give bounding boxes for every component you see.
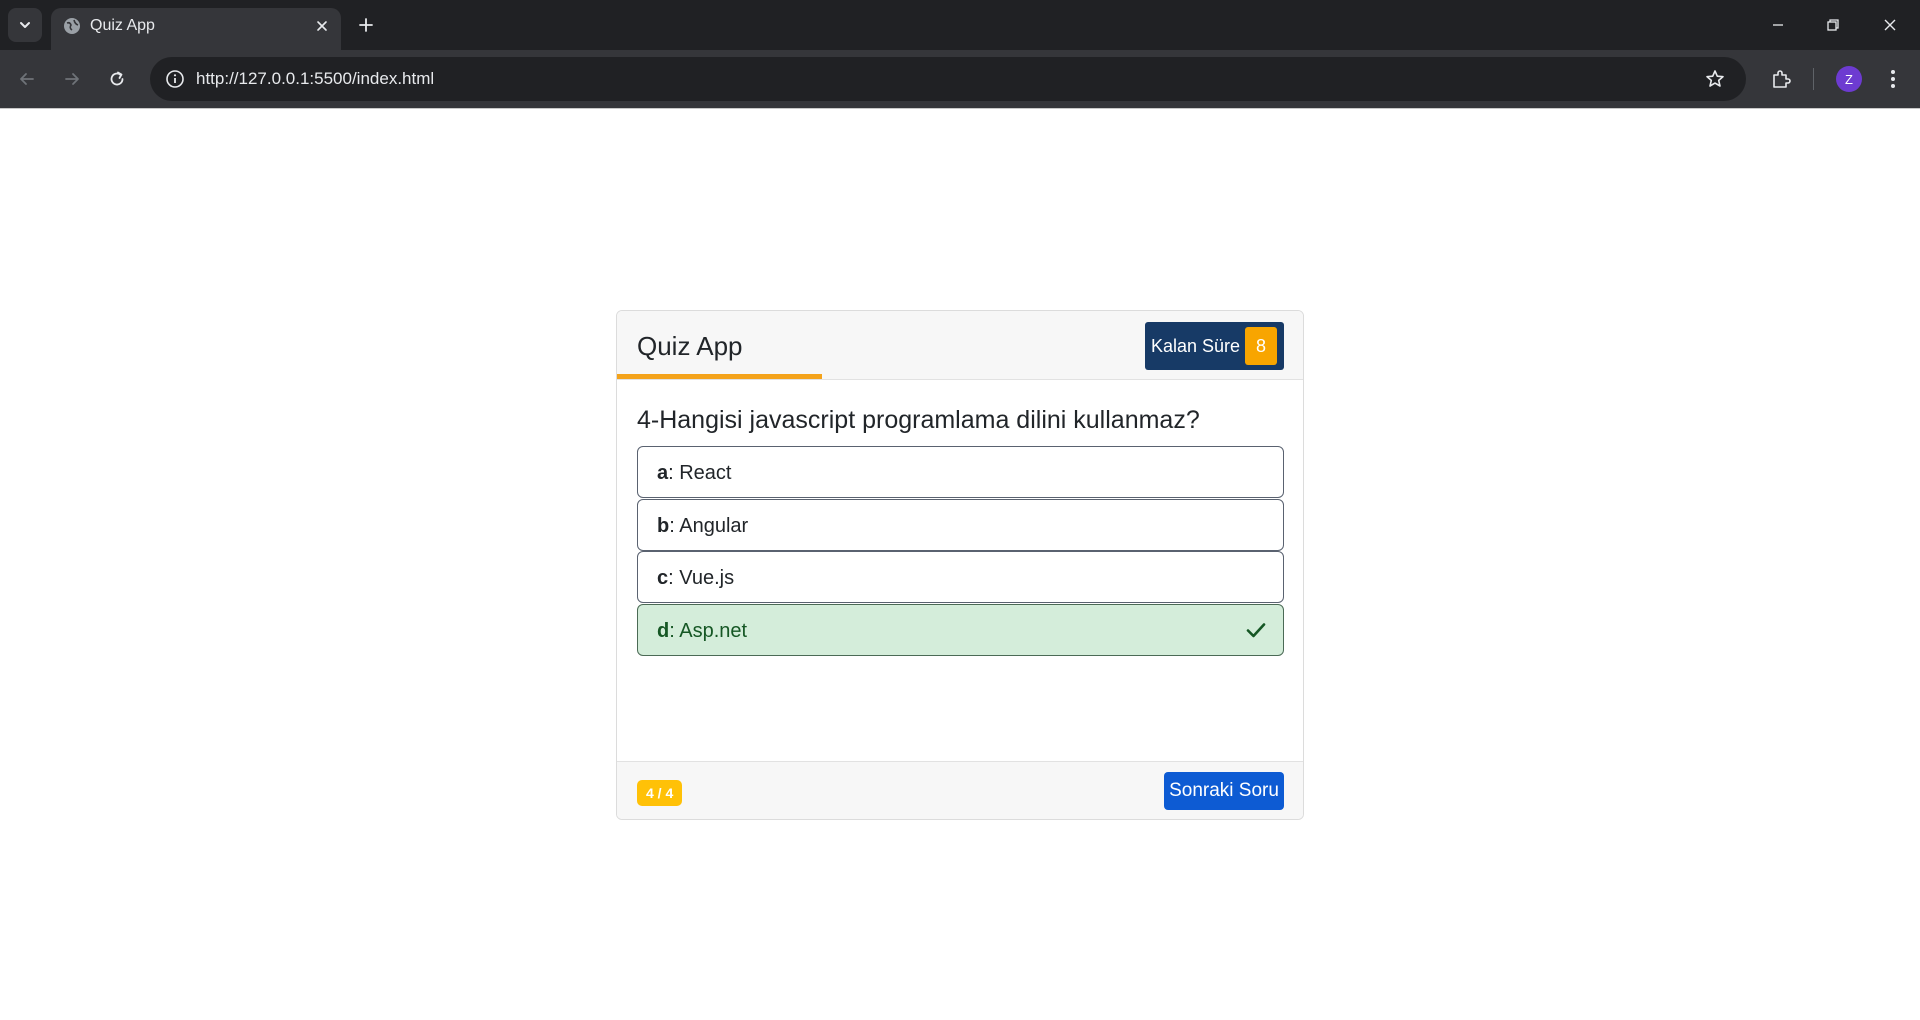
quiz-card: Quiz App Kalan Süre : 8 4-Hangisi javasc…	[616, 310, 1304, 820]
extensions-button[interactable]	[1767, 65, 1795, 93]
time-remaining: Kalan Süre : 8	[1145, 322, 1284, 370]
plus-icon	[359, 18, 373, 32]
back-button[interactable]	[14, 66, 40, 92]
url-text[interactable]: http://127.0.0.1:5500/index.html	[196, 69, 434, 89]
option-d[interactable]: d: Asp.net	[637, 604, 1284, 656]
arrow-left-icon	[20, 73, 34, 85]
option-a[interactable]: a: React	[637, 446, 1284, 498]
question-counter-badge: 4 / 4	[637, 780, 683, 806]
quiz-footer: 4 / 4 Sonraki Soru	[617, 761, 1303, 819]
quiz-body: 4-Hangisi javascript programlama dilini …	[617, 381, 1303, 761]
option-key: c	[657, 567, 669, 589]
option-b[interactable]: b: Angular	[637, 499, 1284, 551]
info-icon	[166, 70, 184, 88]
option-label: : Angular	[669, 515, 749, 537]
tab-title: Quiz App	[90, 17, 155, 34]
option-key: d	[657, 620, 670, 642]
close-icon	[1884, 19, 1896, 31]
site-info-button[interactable]	[163, 67, 187, 91]
forward-button[interactable]	[59, 66, 85, 92]
browser-toolbar: http://127.0.0.1:5500/index.html	[0, 50, 1920, 108]
new-tab-button[interactable]	[353, 12, 379, 38]
quiz-header: Quiz App Kalan Süre : 8	[617, 311, 1303, 380]
title-underline	[617, 374, 822, 379]
minimize-icon	[1773, 24, 1783, 26]
arrow-right-icon	[65, 73, 79, 85]
option-label: : React	[668, 462, 732, 484]
restore-icon	[1827, 19, 1839, 31]
option-key: b	[657, 515, 670, 537]
globe-icon	[64, 18, 80, 34]
browser-menu-button[interactable]	[1879, 65, 1907, 93]
chevron-down-icon	[20, 22, 30, 28]
quiz-title: Quiz App	[637, 331, 743, 361]
close-icon	[317, 21, 327, 31]
toolbar-separator	[1813, 68, 1814, 90]
more-vertical-icon	[1891, 70, 1895, 88]
option-key: a	[657, 462, 669, 484]
time-remaining-label: Kalan Süre :	[1151, 336, 1251, 356]
browser-tab-active[interactable]: Quiz App	[51, 8, 341, 50]
puzzle-icon	[1773, 70, 1791, 88]
option-label: : Asp.net	[669, 620, 748, 642]
browser-tab-strip: Quiz App	[0, 0, 1920, 50]
reload-button[interactable]	[104, 66, 130, 92]
bookmark-button[interactable]	[1703, 67, 1727, 91]
minimize-button[interactable]	[1765, 12, 1791, 38]
window-close-button[interactable]	[1877, 12, 1903, 38]
question-text: 4-Hangisi javascript programlama dilini …	[637, 406, 1200, 434]
time-remaining-value: 8	[1245, 327, 1277, 365]
restore-button[interactable]	[1820, 12, 1846, 38]
tab-search-button[interactable]	[8, 8, 42, 42]
option-c[interactable]: c: Vue.js	[637, 551, 1284, 603]
chrome-divider	[0, 108, 1920, 109]
profile-avatar[interactable]: Z	[1836, 66, 1862, 92]
tab-close-button[interactable]	[311, 15, 333, 37]
next-question-button[interactable]: Sonraki Soru	[1164, 772, 1284, 810]
address-bar[interactable]: http://127.0.0.1:5500/index.html	[150, 57, 1746, 101]
check-icon	[1246, 623, 1266, 638]
star-icon	[1706, 70, 1724, 87]
option-label: : Vue.js	[668, 567, 735, 589]
reload-icon	[110, 71, 124, 86]
